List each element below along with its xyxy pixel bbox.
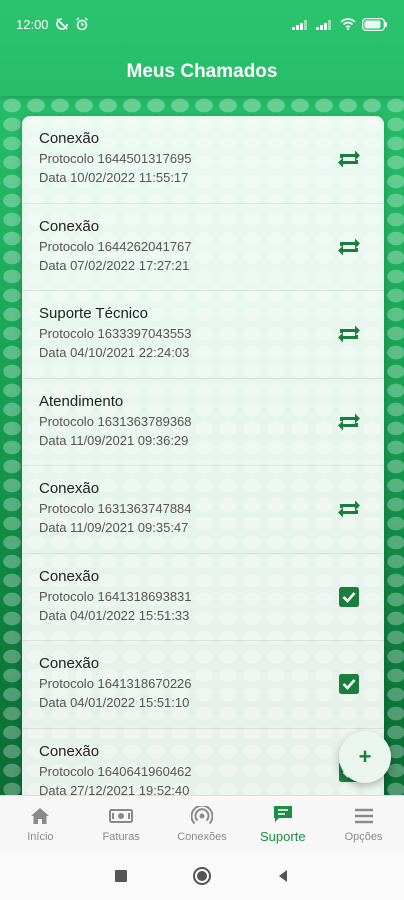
ticket-item[interactable]: Conexão Protocolo 1631363747884 Data 11/09… bbox=[22, 466, 384, 554]
chat-icon bbox=[272, 803, 294, 825]
page-title: Meus Chamados bbox=[126, 61, 278, 82]
repeat-icon bbox=[336, 235, 362, 259]
nav-label-suporte: Suporte bbox=[260, 829, 306, 844]
repeat-icon bbox=[336, 410, 362, 434]
signal-1-icon bbox=[292, 18, 310, 30]
ticket-protocol: Protocolo 1641318670226 bbox=[39, 676, 192, 691]
ticket-title: Conexão bbox=[39, 217, 100, 235]
check-icon bbox=[336, 585, 362, 609]
nav-label-inicio: Início bbox=[27, 830, 54, 843]
ticket-item[interactable]: Conexão Protocolo 1641318670226 Data 04/01… bbox=[22, 641, 384, 729]
alarm-icon bbox=[75, 17, 89, 31]
ticket-title: Conexão bbox=[39, 567, 100, 585]
nav-item-opcoes[interactable]: Opções bbox=[323, 796, 404, 851]
ticket-date: Data 11/09/2021 09:35:47 bbox=[39, 520, 189, 535]
ticket-protocol: Protocolo 1631363747884 bbox=[39, 501, 192, 516]
clock: 12:00 bbox=[16, 16, 49, 32]
nav-label-opcoes: Opções bbox=[344, 830, 383, 843]
nav-item-inicio[interactable]: Início bbox=[0, 796, 81, 851]
data-saver-icon bbox=[55, 17, 69, 31]
check-icon bbox=[336, 672, 362, 696]
tickets-list: Conexão Protocolo 1644501317695 Data 10/02… bbox=[22, 116, 384, 816]
system-navigation-bar bbox=[0, 851, 404, 900]
ticket-item[interactable]: Conexão Protocolo 1644262041767 Data 07/02… bbox=[22, 204, 384, 291]
nav-label-conexoes: Conexões bbox=[177, 830, 227, 843]
repeat-icon bbox=[336, 322, 362, 346]
home-icon bbox=[30, 805, 50, 827]
repeat-icon bbox=[336, 147, 362, 171]
ticket-title: Suporte Técnico bbox=[39, 305, 148, 322]
ticket-protocol: Protocolo 1644262041767 bbox=[39, 238, 192, 254]
ticket-title: Conexão bbox=[39, 480, 100, 497]
nav-label-faturas: Faturas bbox=[102, 830, 140, 843]
ticket-title: Atendimento bbox=[39, 392, 124, 410]
ticket-item[interactable]: Suporte Técnico Protocolo 1633397043553 Da… bbox=[22, 291, 384, 379]
signal-icon bbox=[190, 805, 213, 827]
ticket-protocol: Protocolo 1631363789368 bbox=[39, 413, 192, 429]
ticket-protocol: Protocolo 1640641960462 bbox=[39, 763, 192, 779]
battery-icon bbox=[362, 17, 388, 31]
add-ticket-button[interactable]: + bbox=[339, 731, 391, 783]
ticket-item[interactable]: Conexão Protocolo 1644501317695 Data 10/02… bbox=[22, 116, 384, 204]
app-bar: Meus Chamados bbox=[0, 48, 404, 96]
ticket-date: Data 04/01/2022 15:51:10 bbox=[39, 695, 190, 710]
bottom-navigation: Início Faturas Conexões Suporte Opções bbox=[0, 795, 404, 851]
ticket-date: Data 04/10/2021 22:24:03 bbox=[39, 345, 190, 360]
ticket-item[interactable]: Conexão Protocolo 1641318693831 Data 04/01… bbox=[22, 554, 384, 641]
back-button[interactable] bbox=[268, 861, 298, 891]
wifi-icon bbox=[340, 18, 356, 30]
signal-2-icon bbox=[316, 18, 334, 30]
ticket-date: Data 04/01/2022 15:51:33 bbox=[39, 607, 190, 623]
home-button[interactable] bbox=[187, 861, 217, 891]
ticket-protocol: Protocolo 1633397043553 bbox=[39, 326, 192, 341]
nav-item-faturas[interactable]: Faturas bbox=[81, 796, 162, 851]
repeat-icon bbox=[336, 497, 362, 521]
ticket-date: Data 07/02/2022 17:27:21 bbox=[39, 257, 190, 273]
ticket-date: Data 10/02/2022 11:55:17 bbox=[39, 170, 189, 185]
nav-item-conexoes[interactable]: Conexões bbox=[162, 796, 243, 851]
bill-icon bbox=[109, 805, 134, 827]
ticket-title: Conexão bbox=[39, 655, 100, 672]
ticket-protocol: Protocolo 1644501317695 bbox=[39, 151, 192, 166]
ticket-title: Conexão bbox=[39, 742, 100, 760]
menu-icon bbox=[354, 805, 374, 827]
ticket-item[interactable]: Atendimento Protocolo 1631363789368 Data 1… bbox=[22, 379, 384, 466]
ticket-title: Conexão bbox=[39, 130, 100, 147]
status-bar: 12:00 83 bbox=[0, 0, 404, 48]
ticket-protocol: Protocolo 1641318693831 bbox=[39, 588, 192, 604]
recents-button[interactable] bbox=[106, 861, 136, 891]
ticket-date: Data 11/09/2021 09:36:29 bbox=[39, 432, 189, 448]
nav-item-suporte[interactable]: Suporte bbox=[242, 796, 323, 851]
